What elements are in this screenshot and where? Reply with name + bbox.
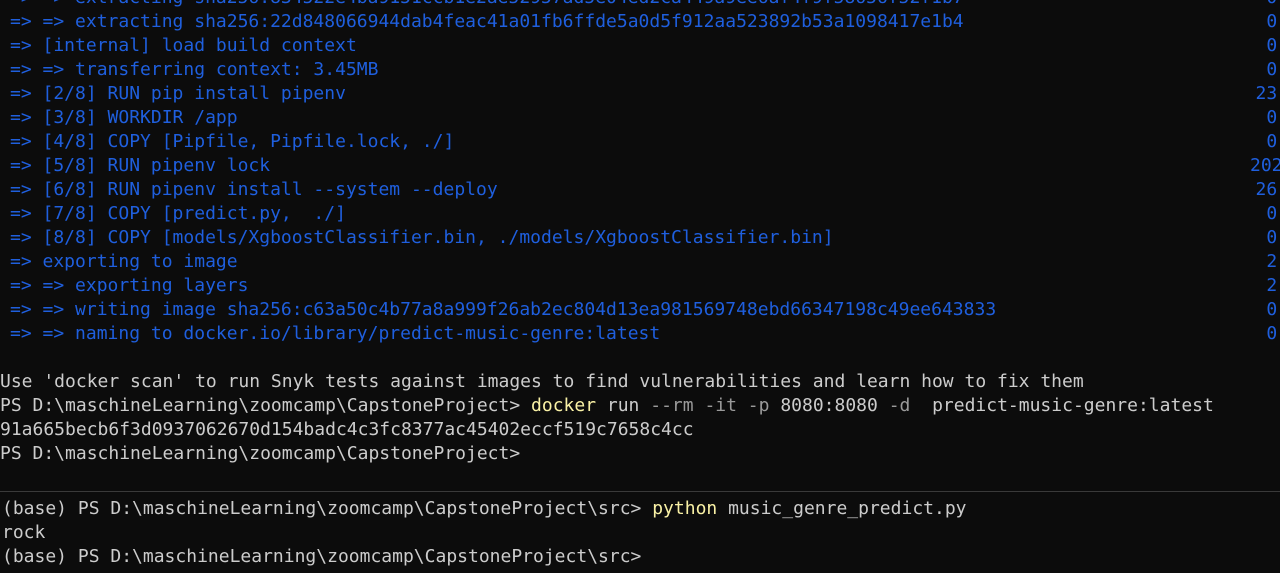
build-step-duration: 2. — [1266, 275, 1280, 296]
build-line: => => exporting layers 2. — [0, 274, 1280, 298]
prediction-output: rock — [2, 522, 46, 543]
build-line: => [5/8] RUN pipenv lock 202. — [0, 154, 1280, 178]
command-subcommand: run — [596, 395, 651, 416]
build-line-text: => [2/8] RUN pip install pipenv — [10, 83, 346, 104]
terminal-window[interactable]: => => extracting sha256:834522e4ba9151cc… — [0, 0, 1280, 573]
build-line-text: => => writing image sha256:c63a50c4b77a8… — [10, 299, 997, 320]
build-step-duration: 0. — [1266, 203, 1280, 224]
build-line: => [8/8] COPY [models/XgboostClassifier.… — [0, 226, 1280, 250]
shell-prompt: PS D:\maschineLearning\zoomcamp\Capstone… — [0, 395, 532, 416]
build-line-text: => [internal] load build context — [10, 35, 357, 56]
build-line-text: => exporting to image — [10, 251, 238, 272]
build-line: => [2/8] RUN pip install pipenv 23. — [0, 82, 1280, 106]
build-line: => [3/8] WORKDIR /app 0. — [0, 106, 1280, 130]
container-id-output: 91a665becb6f3d0937062670d154badc4c3fc837… — [0, 419, 694, 440]
build-output: => => extracting sha256:834522e4ba9151cc… — [0, 0, 1280, 346]
command-flag-it: -it — [704, 395, 737, 416]
build-line: => => naming to docker.io/library/predic… — [0, 322, 1280, 346]
command-space — [737, 395, 748, 416]
build-step-duration: 0. — [1266, 11, 1280, 32]
build-line: => exporting to image 2. — [0, 250, 1280, 274]
docker-scan-hint: Use 'docker scan' to run Snyk tests agai… — [0, 371, 1084, 392]
build-line-text: => => extracting sha256:834522e4ba9151cc… — [10, 0, 964, 8]
shell-prompt-idle[interactable]: (base) PS D:\maschineLearning\zoomcamp\C… — [0, 545, 1280, 569]
build-step-duration: 202. — [1250, 155, 1280, 176]
build-step-duration: 0. — [1266, 59, 1280, 80]
build-line: => => extracting sha256:22d848066944dab4… — [0, 10, 1280, 34]
build-line: => => transferring context: 3.45MB 0. — [0, 58, 1280, 82]
build-line-text: => [7/8] COPY [predict.py, ./] — [10, 203, 346, 224]
build-step-duration: 2. — [1266, 251, 1280, 272]
build-line: => [4/8] COPY [Pipfile, Pipfile.lock, ./… — [0, 130, 1280, 154]
python-command-line: (base) PS D:\maschineLearning\zoomcamp\C… — [0, 497, 1280, 521]
build-step-duration: 0. — [1266, 107, 1280, 128]
build-step-duration: 23. — [1255, 83, 1280, 104]
build-line: => [internal] load build context 0. — [0, 34, 1280, 58]
build-step-duration: 0. — [1266, 227, 1280, 248]
command-args: music_genre_predict.py — [717, 498, 967, 519]
build-line-text: => [8/8] COPY [models/XgboostClassifier.… — [10, 227, 834, 248]
build-line-text: => => exporting layers — [10, 275, 249, 296]
terminal-pane-top[interactable]: => => extracting sha256:834522e4ba9151cc… — [0, 0, 1280, 478]
build-line-text: => [5/8] RUN pipenv lock — [10, 155, 271, 176]
build-line-text: => [6/8] RUN pipenv install --system --d… — [10, 179, 498, 200]
build-line: => [7/8] COPY [predict.py, ./] 0. — [0, 202, 1280, 226]
build-line-text: => => transferring context: 3.45MB — [10, 59, 379, 80]
command-program: python — [652, 498, 718, 519]
build-line: => => writing image sha256:c63a50c4b77a8… — [0, 298, 1280, 322]
build-step-duration: 0. — [1266, 299, 1280, 320]
terminal-pane-bottom[interactable]: (base) PS D:\maschineLearning\zoomcamp\C… — [0, 497, 1280, 573]
command-image-name: predict-music-genre:latest — [910, 395, 1214, 416]
command-flag-d: -d — [888, 395, 911, 416]
shell-prompt: (base) PS D:\maschineLearning\zoomcamp\C… — [2, 498, 653, 519]
command-port-mapping: 8080:8080 — [769, 395, 889, 416]
docker-run-command-line: PS D:\maschineLearning\zoomcamp\Capstone… — [0, 394, 1280, 418]
shell-prompt-idle[interactable]: PS D:\maschineLearning\zoomcamp\Capstone… — [0, 442, 1280, 466]
build-line-text: => [3/8] WORKDIR /app — [10, 107, 238, 128]
build-line: => => extracting sha256:834522e4ba9151cc… — [0, 0, 1280, 10]
build-line-text: => => naming to docker.io/library/predic… — [10, 323, 661, 344]
build-step-duration: 0. — [1250, 0, 1280, 10]
build-step-duration: 0. — [1266, 323, 1280, 344]
build-step-duration: 0. — [1266, 35, 1280, 56]
pane-divider[interactable] — [0, 491, 1280, 492]
command-program: docker — [531, 395, 597, 416]
build-step-duration: 0. — [1266, 131, 1280, 152]
command-flag-rm: --rm — [650, 395, 694, 416]
build-line-text: => [4/8] COPY [Pipfile, Pipfile.lock, ./… — [10, 131, 455, 152]
build-step-duration: 26. — [1255, 179, 1280, 200]
build-line-text: => => extracting sha256:22d848066944dab4… — [10, 11, 964, 32]
command-space — [694, 395, 705, 416]
command-flag-p: -p — [747, 395, 770, 416]
build-line: => [6/8] RUN pipenv install --system --d… — [0, 178, 1280, 202]
